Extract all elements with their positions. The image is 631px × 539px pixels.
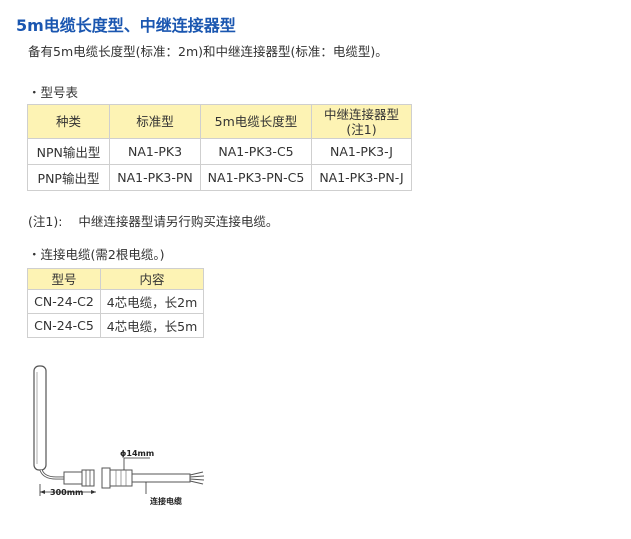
table-header-row: 种类 标准型 5m电缆长度型 中继连接器型 (注1) (27, 104, 412, 139)
cell-content: 4芯电缆，长2m (100, 289, 204, 314)
cable-table-label: ・连接电缆(需2根电缆。) (28, 247, 165, 262)
cell-relay-connector: NA1-PK3-PN-J (311, 164, 412, 191)
cell-type: PNP输出型 (27, 164, 110, 191)
cell-model: CN-24-C5 (27, 313, 101, 338)
connection-cable (131, 473, 191, 483)
footnote-text: 中继连接器型请另行购买连接电缆。 (78, 214, 279, 229)
header-5m-cable: 5m电缆长度型 (200, 104, 312, 139)
header-content: 内容 (100, 268, 204, 290)
header-standard: 标准型 (109, 104, 201, 139)
header-relay-connector-note: (注1) (346, 121, 377, 137)
table-row: CN-24-C5 4芯电缆，长5m (27, 313, 204, 338)
footnote-label: (注1): (28, 214, 63, 229)
cell-content: 4芯电缆，长5m (100, 313, 204, 338)
cable-label: 连接电缆 (150, 496, 182, 506)
cell-standard: NA1-PK3-PN (109, 164, 201, 191)
cell-model: CN-24-C2 (27, 289, 101, 314)
length-label: 300mm (50, 488, 83, 497)
footnote: (注1): 中继连接器型请另行购买连接电缆。 (28, 211, 278, 230)
sensor-body (33, 365, 47, 471)
table-row: CN-24-C2 4芯电缆，长2m (27, 289, 204, 314)
cell-type: NPN输出型 (27, 138, 110, 165)
table-row: PNP输出型 NA1-PK3-PN NA1-PK3-PN-C5 NA1-PK3-… (27, 164, 412, 191)
cell-standard: NA1-PK3 (109, 138, 201, 165)
diameter-label: ϕ14mm (120, 449, 154, 458)
connector-nut (81, 469, 95, 487)
header-relay-connector-label: 中继连接器型 (323, 106, 399, 122)
header-relay-connector: 中继连接器型 (注1) (311, 104, 412, 139)
connector-housing (63, 471, 83, 485)
header-model: 型号 (27, 268, 101, 290)
model-table: 种类 标准型 5m电缆长度型 中继连接器型 (注1) NPN输出型 NA1-PK… (27, 104, 412, 191)
table-header-row: 型号 内容 (27, 268, 204, 290)
page-title: 5m电缆长度型、中继连接器型 (16, 16, 236, 35)
cable-table: 型号 内容 CN-24-C2 4芯电缆，长2m CN-24-C5 4芯电缆，长5… (27, 268, 204, 338)
mating-connector-nut (101, 467, 111, 489)
product-diagram: ϕ14mm 300mm 连接电缆 (33, 365, 205, 506)
description: 备有5m电缆长度型(标准：2m)和中继连接器型(标准：电缆型)。 (28, 44, 388, 59)
table-row: NPN输出型 NA1-PK3 NA1-PK3-C5 NA1-PK3-J (27, 138, 412, 165)
cell-5m-cable: NA1-PK3-C5 (200, 138, 312, 165)
model-table-label: ・型号表 (28, 85, 79, 100)
cell-relay-connector: NA1-PK3-J (311, 138, 412, 165)
cell-5m-cable: NA1-PK3-PN-C5 (200, 164, 312, 191)
sensor-cable (39, 469, 64, 480)
header-type: 种类 (27, 104, 110, 139)
